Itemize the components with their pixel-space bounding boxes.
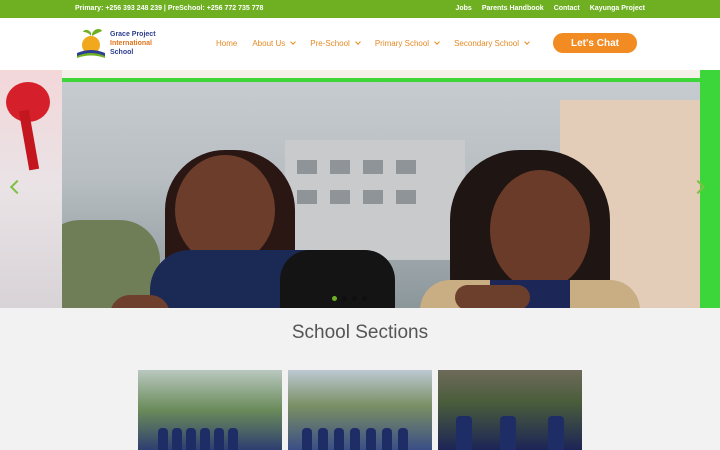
building-window (363, 190, 383, 204)
student-figure (214, 428, 224, 450)
section-heading: School Sections (291, 322, 429, 343)
student-figure (456, 416, 472, 450)
student-figure (382, 428, 392, 450)
nav-item-home[interactable]: Home (216, 39, 237, 48)
top-link-contact[interactable]: Contact (554, 5, 580, 12)
slider-dot-4[interactable] (362, 296, 367, 301)
building-window (297, 190, 317, 204)
student-figure (302, 428, 312, 450)
hero-slider (0, 70, 720, 308)
student-1-face (175, 155, 275, 265)
student-figure (350, 428, 360, 450)
logo-text: Grace Project International School (110, 30, 156, 57)
apple-logo-icon (77, 29, 105, 58)
nav-item-about-us[interactable]: About Us (252, 39, 297, 48)
chevron-down-icon (524, 39, 530, 45)
student-figure (366, 428, 376, 450)
student-figure (318, 428, 328, 450)
slider-dots (332, 296, 367, 301)
logo-line-2: International (110, 40, 153, 47)
slider-dot-1[interactable] (332, 296, 337, 301)
nav-item-label: Home (216, 39, 238, 48)
building-window (297, 160, 317, 174)
nav-item-secondary-school[interactable]: Secondary School (454, 39, 530, 48)
lets-chat-button[interactable]: Let's Chat (553, 33, 637, 53)
student-figure (158, 428, 168, 450)
top-link-jobs[interactable]: Jobs (455, 5, 471, 12)
building-window (396, 160, 416, 174)
building-window (363, 160, 383, 174)
student-figure (548, 416, 564, 450)
student-figure (186, 428, 196, 450)
nav-item-label: Primary School (374, 39, 430, 48)
slider-dot-3[interactable] (352, 296, 357, 301)
top-link-parents-handbook[interactable]: Parents Handbook (482, 5, 544, 12)
main-nav: Home About Us Pre-School Primary School … (216, 39, 544, 48)
student-figure (334, 428, 344, 450)
chevron-down-icon (290, 39, 297, 45)
student-figure (398, 428, 408, 450)
nav-item-label: Secondary School (454, 39, 520, 48)
chevron-down-icon (434, 39, 440, 45)
student-figure (228, 428, 238, 450)
building-window (330, 160, 350, 174)
nav-item-label: Pre-School (310, 39, 350, 48)
student-figure (172, 428, 182, 450)
site-logo[interactable]: Grace Project International School (74, 27, 164, 61)
top-bar: Primary: +256 393 248 239 | PreSchool: +… (0, 0, 720, 18)
nav-item-primary-school[interactable]: Primary School (374, 39, 440, 48)
hero-building (285, 140, 465, 260)
phone-numbers: Primary: +256 393 248 239 | PreSchool: +… (75, 5, 264, 12)
section-card-primary-school[interactable] (288, 370, 432, 450)
student-figure (500, 416, 516, 450)
chevron-down-icon (354, 39, 361, 45)
building-window (396, 190, 416, 204)
logo-line-1: Grace Project (110, 31, 156, 38)
logo-line-3: School (110, 49, 134, 56)
top-link-kayunga-project[interactable]: Kayunga Project (590, 5, 645, 12)
student-2-face (490, 170, 590, 290)
section-card-pre-school[interactable] (138, 370, 282, 450)
site-header: Grace Project International School Home … (0, 18, 720, 70)
section-card-secondary-school[interactable] (438, 370, 582, 450)
top-links: Jobs Parents Handbook Contact Kayunga Pr… (455, 5, 645, 12)
hero-balloons (0, 70, 62, 308)
building-window (330, 190, 350, 204)
nav-item-pre-school[interactable]: Pre-School (310, 39, 361, 48)
nav-item-label: About Us (252, 39, 286, 48)
slider-dot-2[interactable] (342, 296, 347, 301)
hero-banner (60, 70, 710, 80)
student-figure (200, 428, 210, 450)
student-2-hand (455, 285, 530, 308)
